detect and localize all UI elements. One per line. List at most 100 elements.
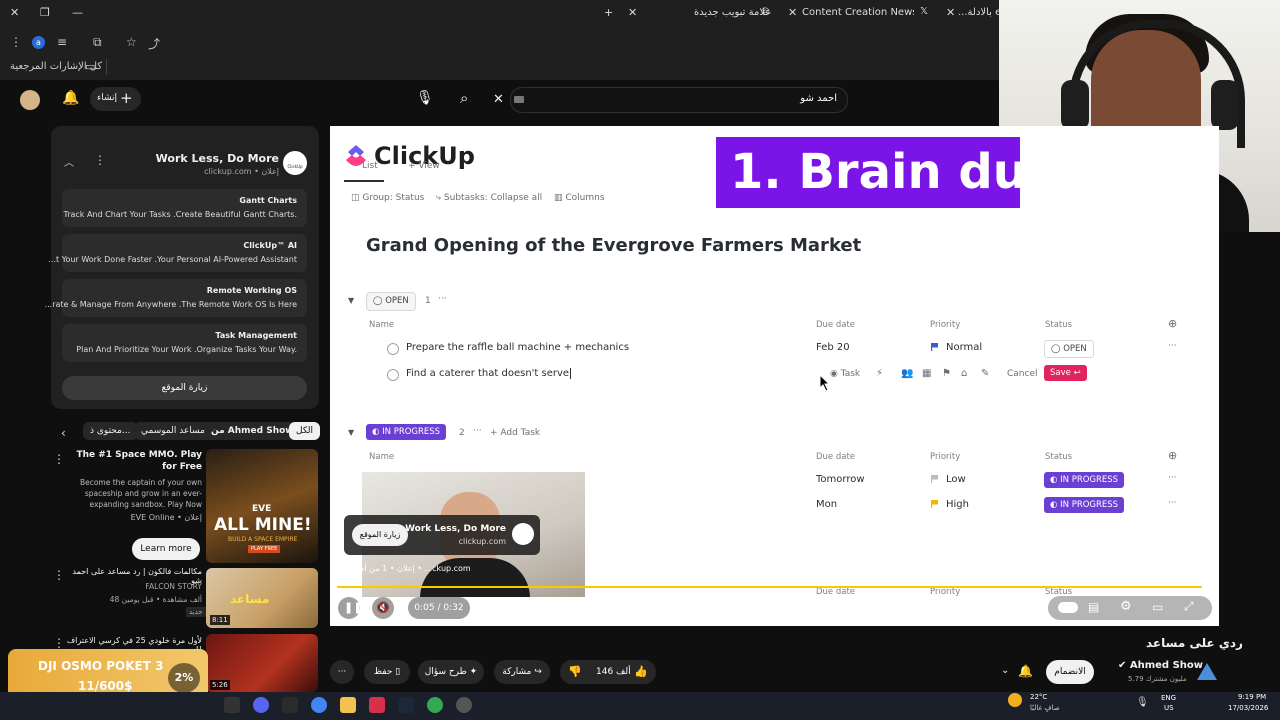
chevron-left-icon[interactable]: ‹ [61,426,66,440]
group-menu-icon[interactable]: ··· [473,426,482,436]
menu-dots-icon[interactable]: ⋮ [53,452,65,466]
ad-sitelink[interactable]: ClickUp™ AI ...t Your Work Done Faster .… [48,234,307,272]
task-priority[interactable]: Low [946,474,966,485]
reading-list-icon[interactable]: ≡ [57,35,67,49]
pause-button[interactable]: ❚❚ [338,597,362,619]
tab-close-icon[interactable]: ✕ [628,6,637,19]
share-icon[interactable]: ⤴ [148,35,160,52]
keyboard-icon[interactable] [514,96,524,103]
task-priority[interactable]: Normal [946,342,982,353]
video-thumbnail[interactable]: 5:26 [206,634,318,692]
terminal-icon[interactable] [224,697,240,713]
ad-sitelink[interactable]: Remote Working OS ...rate & Manage From … [45,279,307,317]
video-channel[interactable]: FALCON STORY [66,582,202,591]
collapse-chevron-icon[interactable]: ︿ [64,154,74,169]
tag-icon[interactable]: ⌂ [961,368,967,379]
chevron-down-icon[interactable]: ⌄ [1001,665,1009,676]
tab-content-creation[interactable]: Content Creation News on X: " [802,7,914,18]
task-due[interactable]: Feb 20 [816,342,850,353]
folder-icon[interactable] [340,697,356,713]
task-status-pill[interactable]: ◐ IN PROGRESS [1044,497,1125,513]
ad-overlay-card[interactable]: زيارة الموقع Work Less, Do More clickup.… [344,515,540,555]
bell-icon[interactable]: 🔔 [1018,664,1033,678]
ask-button[interactable]: طرح سؤال ✦ [418,660,484,684]
assignee-icon[interactable]: 👥 [901,368,913,379]
language-primary[interactable]: ENG [1161,694,1176,702]
save-video-button[interactable]: حفظ ▯ [364,660,410,684]
tab-add-view[interactable]: + View [408,161,440,171]
clear-search-icon[interactable]: ✕ [493,92,504,107]
settings-gear-icon[interactable]: ⚙ [1120,599,1132,614]
chip-from-channel[interactable]: من Ahmed Show [204,422,301,440]
row-menu-icon[interactable]: ··· [1168,498,1177,508]
tab-active[interactable]: ...بالادلة e [958,7,1000,18]
task-due[interactable]: Tomorrow [816,474,865,485]
tab-close-icon[interactable]: ✕ [788,6,797,19]
restore-window-icon[interactable]: ❐ [40,6,50,19]
extensions-icon[interactable]: ⧉ [93,35,102,50]
tab-close-icon[interactable]: ✕ [946,6,955,19]
profile-avatar[interactable]: a [32,36,45,49]
mute-button[interactable]: 🔇 [372,597,394,619]
promo-thumbnail[interactable]: EVE ALL MINE! BUILD A SPACE EMPIRE PLAY … [206,449,318,563]
progress-group-pill[interactable]: ◐ IN PROGRESS [366,424,447,440]
language-secondary[interactable]: US [1164,704,1174,712]
task-status-pill[interactable]: ◐ IN PROGRESS [1044,472,1125,488]
group-by-button[interactable]: ◫ Group: Status [351,193,424,203]
avatar[interactable] [20,90,40,110]
app-icon[interactable] [369,697,385,713]
magic-wand-icon[interactable]: ⚡ [876,368,883,379]
chip-seasonal[interactable]: مساعد الموسمي [134,422,212,440]
app-icon[interactable] [282,697,298,713]
like-dislike-button[interactable]: 👎 146 ألف 👍 [560,660,656,684]
ad-sitelink[interactable]: Gantt Charts Track And Chart Your Tasks … [62,189,307,227]
task-status-pill[interactable]: ◯ OPEN [1044,340,1094,358]
collapse-caret-icon[interactable]: ▼ [348,296,354,305]
add-column-icon[interactable]: ⊕ [1168,449,1177,462]
bookmark-star-icon[interactable]: ☆ [126,35,137,49]
task-priority[interactable]: High [946,499,969,510]
app-icon[interactable] [456,697,472,713]
chip-all[interactable]: الكل [289,422,321,440]
ad-sitelink[interactable]: Task Management Plan And Prioritize Your… [62,324,307,362]
fullscreen-icon[interactable]: ⤢ [1184,599,1194,614]
overlay-visit-button[interactable]: زيارة الموقع [352,524,408,546]
minimize-window-icon[interactable]: — [72,6,83,19]
task-status-circle[interactable] [387,369,399,381]
create-button[interactable]: إنشاء + [90,87,141,111]
promo-title[interactable]: The #1 Space MMO. Play for Free [76,449,202,473]
group-menu-icon[interactable]: ··· [438,294,447,304]
autoplay-toggle[interactable] [1058,602,1078,613]
subtitles-icon[interactable]: ▤ [1088,600,1099,614]
new-tab-icon[interactable]: + [604,6,613,19]
join-button[interactable]: الانضمام [1046,660,1094,684]
add-task-button[interactable]: + Add Task [490,428,540,438]
task-due[interactable]: Mon [816,499,837,510]
more-actions-button[interactable]: ··· [330,660,354,684]
steam-icon[interactable] [398,697,414,713]
skip-ad-button[interactable]: ▶| تخطّي [1145,556,1205,578]
menu-dots-icon[interactable]: ⋮ [53,568,65,582]
visit-site-button[interactable]: زيارة الموقع [62,376,307,400]
task-type-select[interactable]: ◉ Task [830,369,860,379]
edit-icon[interactable]: ✎ [981,368,989,379]
save-button[interactable]: Save ↩ [1044,365,1087,381]
subtasks-button[interactable]: ⤷ Subtasks: Collapse all [436,193,542,203]
chrome-icon[interactable] [311,697,327,713]
clock-date[interactable]: 17/03/2026 [1228,704,1268,712]
theater-mode-icon[interactable]: ▭ [1152,600,1163,614]
menu-dots-icon[interactable]: ⋮ [10,35,22,49]
search-input[interactable]: ✕ احمد شو [493,87,848,113]
learn-more-button[interactable]: Learn more [132,538,200,560]
microphone-icon[interactable]: 🎙 [416,90,434,106]
columns-button[interactable]: ▥ Columns [554,193,605,203]
row-menu-icon[interactable]: ··· [1168,473,1177,483]
clock-time[interactable]: 9:19 PM [1238,693,1266,701]
channel-name[interactable]: ✔ Ahmed Show [1118,660,1203,671]
tab-list[interactable]: List [362,161,378,171]
share-button[interactable]: مشاركة ↪ [494,660,550,684]
microphone-icon[interactable]: 🎙 [1136,697,1149,708]
collapse-caret-icon[interactable]: ▼ [348,428,354,437]
task-status-circle[interactable] [387,343,399,355]
dislike-icon[interactable]: 👎 [568,660,582,684]
